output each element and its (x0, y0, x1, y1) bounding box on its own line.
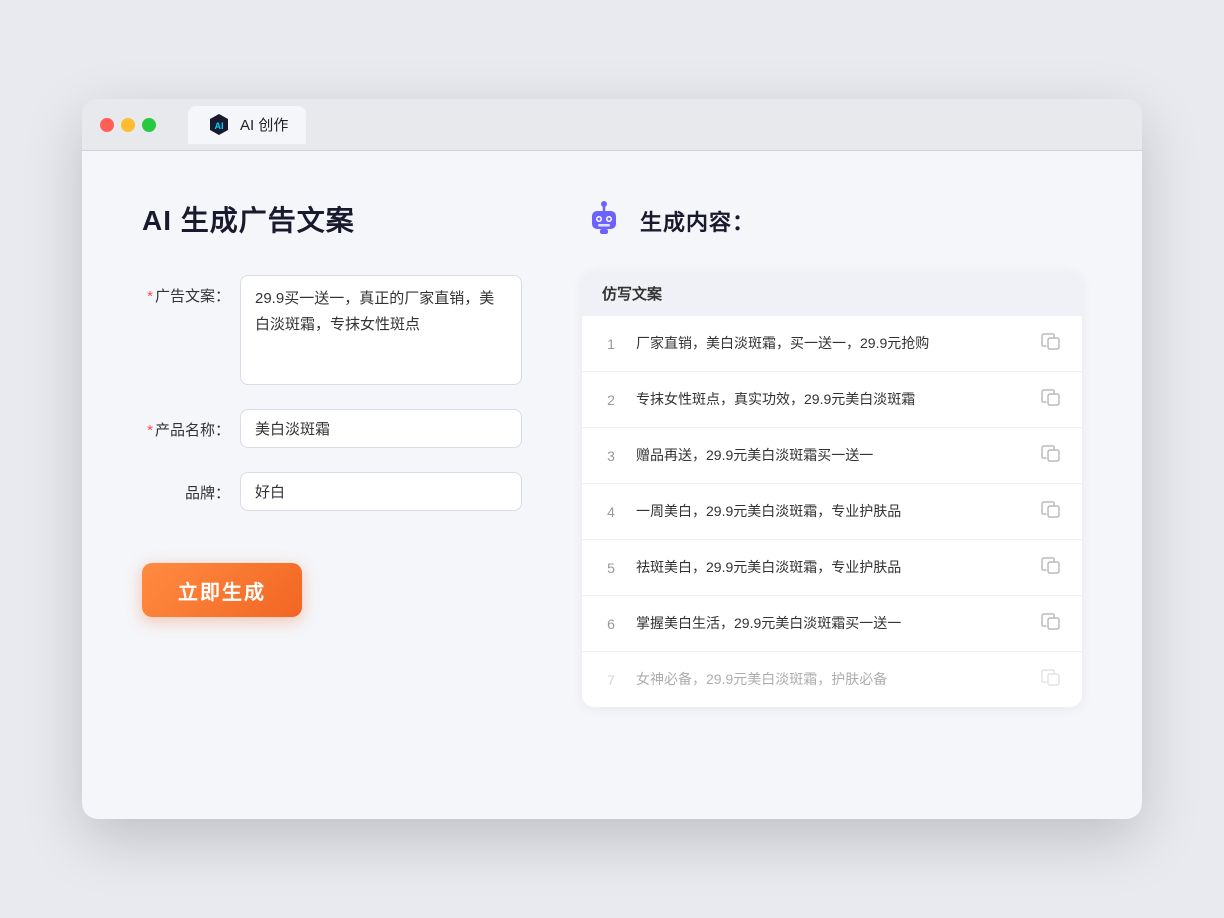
right-header: 生成内容： (582, 199, 1082, 243)
result-text: 赠品再送，29.9元美白淡斑霜买一送一 (636, 445, 1024, 466)
result-table: 仿写文案 1 厂家直销，美白淡斑霜，买一送一，29.9元抢购 2 专抹女性斑点，真实… (582, 271, 1082, 707)
brand-label: 品牌： (142, 472, 230, 503)
result-item: 6 掌握美白生活，29.9元美白淡斑霜买一送一 (582, 596, 1082, 652)
copy-icon[interactable] (1040, 610, 1062, 637)
result-item: 4 一周美白，29.9元美白淡斑霜，专业护肤品 (582, 484, 1082, 540)
result-num: 3 (602, 448, 620, 464)
close-button[interactable] (100, 118, 114, 132)
result-table-header: 仿写文案 (582, 271, 1082, 316)
result-num: 5 (602, 560, 620, 576)
result-item: 7 女神必备，29.9元美白淡斑霜，护肤必备 (582, 652, 1082, 707)
ai-tab[interactable]: AI AI 创作 (188, 106, 306, 144)
copy-icon[interactable] (1040, 498, 1062, 525)
result-num: 2 (602, 392, 620, 408)
product-name-label: *产品名称： (142, 409, 230, 440)
result-num: 1 (602, 336, 620, 352)
left-panel: AI 生成广告文案 *广告文案： 29.9买一送一，真正的厂家直销，美白淡斑霜，… (142, 199, 522, 779)
brand-input[interactable] (240, 472, 522, 511)
titlebar: AI AI 创作 (82, 99, 1142, 151)
result-text: 掌握美白生活，29.9元美白淡斑霜买一送一 (636, 613, 1024, 634)
ad-copy-required: * (147, 288, 153, 305)
product-name-input[interactable] (240, 409, 522, 448)
page-title: AI 生成广告文案 (142, 199, 522, 239)
result-text: 祛斑美白，29.9元美白淡斑霜，专业护肤品 (636, 557, 1024, 578)
generate-button[interactable]: 立即生成 (142, 563, 302, 617)
tab-label: AI 创作 (240, 114, 288, 135)
result-num: 4 (602, 504, 620, 520)
result-item: 2 专抹女性斑点，真实功效，29.9元美白淡斑霜 (582, 372, 1082, 428)
result-num: 6 (602, 616, 620, 632)
main-content: AI 生成广告文案 *广告文案： 29.9买一送一，真正的厂家直销，美白淡斑霜，… (82, 151, 1142, 819)
result-num: 7 (602, 672, 620, 688)
maximize-button[interactable] (142, 118, 156, 132)
right-panel: 生成内容： 仿写文案 1 厂家直销，美白淡斑霜，买一送一，29.9元抢购 2 专抹女… (582, 199, 1082, 779)
brand-row: 品牌： (142, 472, 522, 511)
result-text: 女神必备，29.9元美白淡斑霜，护肤必备 (636, 669, 1024, 690)
product-name-row: *产品名称： (142, 409, 522, 448)
ad-copy-row: *广告文案： 29.9买一送一，真正的厂家直销，美白淡斑霜，专抹女性斑点 (142, 275, 522, 385)
traffic-lights (100, 118, 156, 132)
copy-icon[interactable] (1040, 330, 1062, 357)
copy-icon[interactable] (1040, 666, 1062, 693)
copy-icon[interactable] (1040, 442, 1062, 469)
result-text: 专抹女性斑点，真实功效，29.9元美白淡斑霜 (636, 389, 1024, 410)
result-item: 1 厂家直销，美白淡斑霜，买一送一，29.9元抢购 (582, 316, 1082, 372)
minimize-button[interactable] (121, 118, 135, 132)
ad-copy-textarea[interactable]: 29.9买一送一，真正的厂家直销，美白淡斑霜，专抹女性斑点 (240, 275, 522, 385)
ai-tab-icon: AI (206, 112, 232, 138)
robot-icon (582, 199, 626, 243)
svg-text:AI: AI (215, 121, 224, 131)
copy-icon[interactable] (1040, 386, 1062, 413)
result-text: 厂家直销，美白淡斑霜，买一送一，29.9元抢购 (636, 333, 1024, 354)
result-item: 5 祛斑美白，29.9元美白淡斑霜，专业护肤品 (582, 540, 1082, 596)
browser-window: AI AI 创作 AI 生成广告文案 *广告文案： 29.9买一送一，真正的厂家… (82, 99, 1142, 819)
product-name-required: * (147, 422, 153, 439)
ad-copy-label: *广告文案： (142, 275, 230, 306)
result-item: 3 赠品再送，29.9元美白淡斑霜买一送一 (582, 428, 1082, 484)
result-text: 一周美白，29.9元美白淡斑霜，专业护肤品 (636, 501, 1024, 522)
copy-icon[interactable] (1040, 554, 1062, 581)
right-title: 生成内容： (640, 205, 755, 237)
